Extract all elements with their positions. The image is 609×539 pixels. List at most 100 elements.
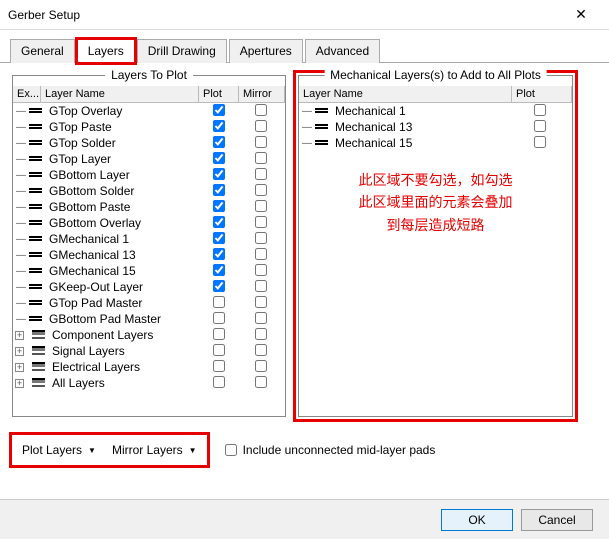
- plot-checkbox[interactable]: [213, 184, 225, 196]
- layer-group-row[interactable]: +All Layers: [13, 375, 285, 391]
- plot-checkbox[interactable]: [213, 376, 225, 388]
- collapse-icon[interactable]: —: [15, 281, 27, 293]
- collapse-icon[interactable]: —: [15, 217, 27, 229]
- tab-layers[interactable]: Layers: [77, 39, 135, 63]
- plot-layers-dropdown[interactable]: Plot Layers ▼: [20, 440, 98, 460]
- layer-row[interactable]: —GBottom Pad Master: [13, 311, 285, 327]
- layer-row[interactable]: —GBottom Layer: [13, 167, 285, 183]
- mirror-checkbox[interactable]: [255, 360, 267, 372]
- collapse-icon[interactable]: —: [15, 121, 27, 133]
- mirror-checkbox[interactable]: [255, 216, 267, 228]
- collapse-icon[interactable]: —: [15, 201, 27, 213]
- mech-plot-checkbox[interactable]: [534, 136, 546, 148]
- mirror-checkbox[interactable]: [255, 248, 267, 260]
- col-layer-name[interactable]: Layer Name: [41, 86, 199, 102]
- mirror-checkbox[interactable]: [255, 104, 267, 116]
- collapse-icon[interactable]: —: [301, 121, 313, 133]
- layer-row[interactable]: —GTop Paste: [13, 119, 285, 135]
- plot-checkbox[interactable]: [213, 216, 225, 228]
- mirror-checkbox[interactable]: [255, 200, 267, 212]
- plot-checkbox[interactable]: [213, 312, 225, 324]
- plot-checkbox[interactable]: [213, 264, 225, 276]
- expand-icon[interactable]: +: [15, 331, 24, 340]
- layer-row[interactable]: —GKeep-Out Layer: [13, 279, 285, 295]
- plot-checkbox[interactable]: [213, 328, 225, 340]
- cancel-button[interactable]: Cancel: [521, 509, 593, 531]
- col-mech-name[interactable]: Layer Name: [299, 86, 512, 102]
- collapse-icon[interactable]: —: [15, 185, 27, 197]
- mirror-checkbox[interactable]: [255, 264, 267, 276]
- plot-checkbox[interactable]: [213, 136, 225, 148]
- layer-row[interactable]: —GMechanical 13: [13, 247, 285, 263]
- mirror-checkbox[interactable]: [255, 296, 267, 308]
- mirror-checkbox[interactable]: [255, 376, 267, 388]
- tab-drill-drawing[interactable]: Drill Drawing: [137, 39, 227, 63]
- layer-row[interactable]: —GBottom Solder: [13, 183, 285, 199]
- plot-checkbox[interactable]: [213, 152, 225, 164]
- col-expand[interactable]: Ex...: [13, 86, 41, 102]
- collapse-icon[interactable]: —: [15, 313, 27, 325]
- layer-row[interactable]: —GBottom Overlay: [13, 215, 285, 231]
- ok-button[interactable]: OK: [441, 509, 513, 531]
- include-unconnected-checkbox[interactable]: [225, 444, 237, 456]
- collapse-icon[interactable]: —: [15, 265, 27, 277]
- expand-icon[interactable]: +: [15, 347, 24, 356]
- close-button[interactable]: ✕: [561, 1, 601, 29]
- mirror-checkbox[interactable]: [255, 136, 267, 148]
- mech-layer-row[interactable]: —Mechanical 1: [299, 103, 572, 119]
- expand-icon[interactable]: +: [15, 363, 24, 372]
- mech-plot-checkbox[interactable]: [534, 104, 546, 116]
- layer-group-row[interactable]: +Component Layers: [13, 327, 285, 343]
- col-mirror[interactable]: Mirror: [239, 86, 285, 102]
- collapse-icon[interactable]: —: [301, 137, 313, 149]
- mirror-checkbox[interactable]: [255, 184, 267, 196]
- mirror-checkbox[interactable]: [255, 232, 267, 244]
- collapse-icon[interactable]: —: [15, 137, 27, 149]
- plot-checkbox[interactable]: [213, 360, 225, 372]
- plot-checkbox[interactable]: [213, 232, 225, 244]
- collapse-icon[interactable]: —: [15, 105, 27, 117]
- plot-checkbox[interactable]: [213, 120, 225, 132]
- col-mech-plot[interactable]: Plot: [512, 86, 572, 102]
- collapse-icon[interactable]: —: [15, 153, 27, 165]
- collapse-icon[interactable]: —: [15, 169, 27, 181]
- layer-group-row[interactable]: +Signal Layers: [13, 343, 285, 359]
- plot-checkbox[interactable]: [213, 104, 225, 116]
- mirror-checkbox[interactable]: [255, 152, 267, 164]
- mirror-checkbox[interactable]: [255, 312, 267, 324]
- layer-group-row[interactable]: +Electrical Layers: [13, 359, 285, 375]
- mech-layer-row[interactable]: —Mechanical 13: [299, 119, 572, 135]
- plot-checkbox[interactable]: [213, 296, 225, 308]
- layer-row[interactable]: —GTop Solder: [13, 135, 285, 151]
- mech-layer-row[interactable]: —Mechanical 15: [299, 135, 572, 151]
- collapse-icon[interactable]: —: [301, 105, 313, 117]
- tab-advanced[interactable]: Advanced: [305, 39, 380, 63]
- mirror-layers-dropdown[interactable]: Mirror Layers ▼: [110, 440, 199, 460]
- expand-icon[interactable]: +: [15, 379, 24, 388]
- mech-plot-checkbox[interactable]: [534, 120, 546, 132]
- layer-row[interactable]: — GTop Overlay: [13, 103, 285, 119]
- include-unconnected-row[interactable]: Include unconnected mid-layer pads: [225, 443, 436, 457]
- layer-row[interactable]: —GMechanical 15: [13, 263, 285, 279]
- mirror-checkbox[interactable]: [255, 120, 267, 132]
- tab-apertures[interactable]: Apertures: [229, 39, 303, 63]
- col-plot[interactable]: Plot: [199, 86, 239, 102]
- collapse-icon[interactable]: —: [15, 233, 27, 245]
- mirror-checkbox[interactable]: [255, 328, 267, 340]
- tab-general[interactable]: General: [10, 39, 75, 63]
- layer-name-cell: GTop Overlay: [49, 104, 199, 118]
- collapse-icon[interactable]: —: [15, 249, 27, 261]
- mirror-checkbox[interactable]: [255, 280, 267, 292]
- plot-checkbox[interactable]: [213, 280, 225, 292]
- collapse-icon[interactable]: —: [15, 297, 27, 309]
- plot-checkbox[interactable]: [213, 168, 225, 180]
- plot-checkbox[interactable]: [213, 248, 225, 260]
- mirror-checkbox[interactable]: [255, 168, 267, 180]
- plot-checkbox[interactable]: [213, 344, 225, 356]
- layer-row[interactable]: —GMechanical 1: [13, 231, 285, 247]
- layer-row[interactable]: —GBottom Paste: [13, 199, 285, 215]
- layer-row[interactable]: —GTop Pad Master: [13, 295, 285, 311]
- plot-checkbox[interactable]: [213, 200, 225, 212]
- mirror-checkbox[interactable]: [255, 344, 267, 356]
- layer-row[interactable]: —GTop Layer: [13, 151, 285, 167]
